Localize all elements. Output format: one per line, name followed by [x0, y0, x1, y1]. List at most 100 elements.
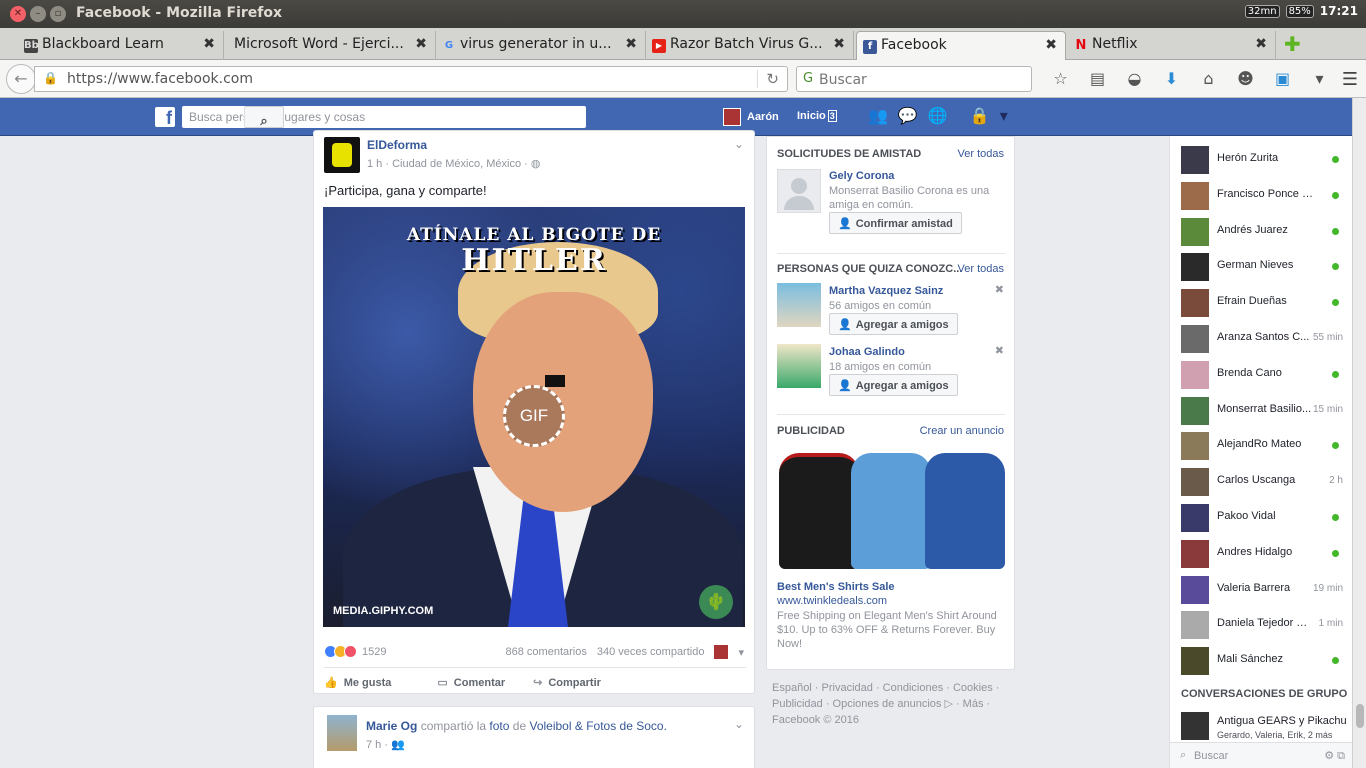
chat-contact[interactable]: Valeria Barrera 19 min — [1170, 572, 1353, 608]
share-button[interactable]: ↪ Compartir — [533, 676, 601, 689]
window-close-button[interactable]: ✕ — [10, 6, 26, 22]
shares-count[interactable]: 340 veces compartido — [597, 646, 705, 658]
pymk-name[interactable]: Johaa Galindo — [829, 346, 905, 358]
like-button[interactable]: 👍 Me gusta — [324, 676, 391, 689]
gif-media[interactable]: ATÍNALE AL BIGOTE DE HITLER GIF MEDIA.GI… — [323, 207, 745, 627]
page-avatar[interactable] — [324, 137, 360, 173]
confirm-friend-button[interactable]: 👤 Confirmar amistad — [829, 212, 962, 234]
home-link[interactable]: Inicio 3 — [797, 110, 837, 122]
window-minimize-button[interactable]: – — [30, 6, 46, 22]
avatar[interactable] — [777, 344, 821, 388]
tab-close-icon[interactable]: ✖ — [833, 36, 845, 52]
extension-icon[interactable]: ▣ — [1264, 69, 1301, 88]
comment-button[interactable]: ▭ Comentar — [437, 676, 505, 689]
chat-contact[interactable]: Mali Sánchez — [1170, 643, 1353, 679]
chat-contact[interactable]: Efrain Dueñas — [1170, 285, 1353, 321]
chat-contact[interactable]: German Nieves — [1170, 249, 1353, 285]
post-author[interactable]: ElDeforma — [367, 138, 427, 152]
fb-search-input[interactable]: Busca personas, lugares y cosas ⌕ — [182, 106, 586, 129]
request-name[interactable]: Gely Corona — [829, 170, 894, 182]
chat-contact[interactable]: Francisco Ponce Na... — [1170, 178, 1353, 214]
ad-url[interactable]: www.twinkledeals.com — [777, 595, 887, 607]
account-menu-chevron-icon[interactable]: ▾ — [1000, 106, 1008, 125]
tab-close-icon[interactable]: ✖ — [1045, 37, 1057, 53]
chat-contact[interactable]: Brenda Cano — [1170, 357, 1353, 393]
add-friend-button[interactable]: 👤 Agregar a amigos — [829, 313, 958, 335]
pymk-name[interactable]: Martha Vazquez Sainz — [829, 285, 943, 297]
clock[interactable]: 17:21 — [1320, 4, 1358, 18]
bookmark-star-icon[interactable]: ☆ — [1042, 69, 1079, 88]
memory-indicator[interactable]: 32mn — [1244, 4, 1280, 18]
add-friend-button[interactable]: 👤 Agregar a amigos — [829, 374, 958, 396]
dismiss-suggestion-icon[interactable]: ✖ — [995, 283, 1004, 296]
page-link[interactable]: Voleibol & Fotos de Soco. — [529, 719, 666, 733]
window-maximize-button[interactable]: ▫ — [50, 6, 66, 22]
search-icon[interactable]: ⌕ — [244, 106, 284, 129]
create-ad-link[interactable]: Crear un anuncio — [920, 425, 1004, 437]
chat-contact[interactable]: Aranza Santos C... 55 min — [1170, 321, 1353, 357]
reactions-summary[interactable]: 1529 — [324, 645, 386, 658]
search-engine-icon[interactable]: G — [803, 71, 813, 86]
chat-icon[interactable]: ☻ — [1227, 69, 1264, 88]
photo-link[interactable]: foto — [489, 719, 509, 733]
scrollbar-thumb[interactable] — [1356, 704, 1364, 728]
back-icon[interactable]: ← — [6, 64, 36, 94]
tab-blackboard[interactable]: Bb Blackboard Learn ✖ — [18, 31, 224, 60]
footer-links-2[interactable]: Publicidad · Opciones de anuncios ▷ · Má… — [772, 696, 1012, 712]
see-all-pymk-link[interactable]: Ver todas — [958, 263, 1004, 275]
chat-contact[interactable]: Herón Zurita — [1170, 142, 1353, 178]
profile-link[interactable]: Aarón — [723, 108, 779, 126]
chevron-down-icon[interactable]: ▾ — [738, 646, 744, 659]
pocket-icon[interactable]: ◒ — [1116, 69, 1153, 88]
hamburger-menu-icon[interactable]: ☰ — [1342, 69, 1358, 90]
tab-netflix[interactable]: N Netflix ✖ — [1068, 31, 1276, 60]
downloads-icon[interactable]: ⬇ — [1153, 69, 1190, 88]
page-scrollbar[interactable] — [1352, 98, 1366, 768]
ad-image[interactable] — [777, 449, 1005, 569]
avatar[interactable] — [714, 645, 729, 659]
tab-youtube[interactable]: ▶ Razor Batch Virus G... ✖ — [646, 31, 854, 60]
chat-contact[interactable]: Andrés Juarez — [1170, 214, 1353, 250]
notifications-globe-icon[interactable]: 🌐 — [928, 106, 948, 125]
facebook-logo-icon[interactable]: f — [155, 107, 175, 128]
avatar[interactable] — [777, 169, 821, 213]
chat-contact[interactable]: Carlos Uscanga 2 h — [1170, 464, 1353, 500]
browser-search-input[interactable]: G Buscar — [796, 66, 1032, 92]
reading-list-icon[interactable]: ▤ — [1079, 69, 1116, 88]
tab-close-icon[interactable]: ✖ — [625, 36, 637, 52]
chat-contact[interactable]: Andres Hidalgo — [1170, 536, 1353, 572]
new-tab-icon[interactable]: ✚ — [1284, 32, 1301, 56]
messages-icon[interactable]: 💬 — [898, 106, 918, 125]
battery-indicator[interactable]: 85% — [1285, 4, 1314, 18]
post-options-chevron-icon[interactable]: ⌄ — [734, 717, 744, 731]
gif-play-button[interactable]: GIF — [503, 385, 565, 447]
avatar[interactable] — [327, 715, 357, 751]
url-bar[interactable]: 🔒 https://www.facebook.com ↻ — [34, 66, 788, 92]
post-author[interactable]: Marie Og — [366, 719, 417, 733]
chat-search-input[interactable]: ⌕ Buscar ⚙ ⧉ — [1170, 742, 1353, 768]
dropdown-arrow-icon[interactable]: ▾ — [1301, 69, 1338, 88]
tab-close-icon[interactable]: ✖ — [203, 36, 215, 52]
tab-word[interactable]: Microsoft Word - Ejerci... ✖ — [224, 31, 436, 60]
tab-google[interactable]: G virus generator in u... ✖ — [436, 31, 646, 60]
comments-count[interactable]: 868 comentarios — [506, 646, 587, 658]
home-icon[interactable]: ⌂ — [1190, 69, 1227, 88]
chat-contact[interactable]: Daniela Tejedor U... 1 min — [1170, 607, 1353, 643]
tab-close-icon[interactable]: ✖ — [1255, 36, 1267, 52]
footer-links-1[interactable]: Español · Privacidad · Condiciones · Coo… — [772, 680, 1012, 696]
privacy-shortcuts-icon[interactable]: 🔒 — [970, 106, 990, 125]
chat-contact[interactable]: Pakoo Vidal — [1170, 500, 1353, 536]
see-all-requests-link[interactable]: Ver todas — [958, 148, 1004, 160]
dismiss-suggestion-icon[interactable]: ✖ — [995, 344, 1004, 357]
avatar[interactable] — [777, 283, 821, 327]
tab-close-icon[interactable]: ✖ — [415, 36, 427, 52]
chat-contact[interactable]: AlejandRo Mateo — [1170, 428, 1353, 464]
reload-icon[interactable]: ↻ — [757, 70, 779, 88]
tab-facebook[interactable]: f Facebook ✖ — [856, 31, 1066, 60]
chat-contact[interactable]: Monserrat Basilio... 15 min — [1170, 393, 1353, 429]
ad-title[interactable]: Best Men's Shirts Sale — [777, 581, 895, 593]
lock-icon[interactable]: 🔒 — [43, 71, 58, 85]
friend-requests-icon[interactable]: 👥 — [868, 106, 888, 125]
post-options-chevron-icon[interactable]: ⌄ — [734, 137, 744, 151]
chat-settings-icon[interactable]: ⚙ ⧉ — [1324, 749, 1345, 763]
